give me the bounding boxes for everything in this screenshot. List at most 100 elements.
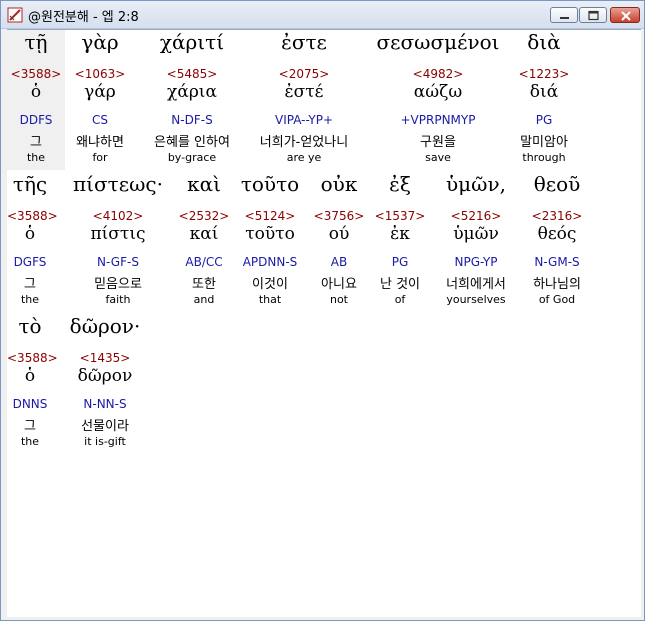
word-token[interactable]: ἐστε <2075> ἐστέ VIPA--YP+ 너희가-얻었나니 are … — [247, 30, 361, 170]
strong-number: <3588> — [10, 67, 62, 81]
parse-code: AB/CC — [185, 255, 223, 269]
strong-number: <1435> — [79, 351, 131, 365]
word-token[interactable]: τοῦτο <5124> τοῦτο APDNN-S 이것이 that — [237, 172, 303, 312]
parse-code: N-GF-S — [97, 255, 139, 269]
word-token[interactable]: ὑμῶν, <5216> ὑμῶν NPG-YP 너희에게서 yourselve… — [433, 172, 519, 312]
word-token[interactable]: τῇ <3588> ὁ DDFS 그 the — [7, 30, 65, 170]
english-gloss: through — [522, 151, 566, 164]
lemma: ἐστέ — [284, 82, 324, 102]
word-token[interactable]: πίστεως· <4102> πίστις N-GF-S 믿음으로 faith — [63, 172, 173, 312]
korean-gloss: 그 — [24, 419, 36, 434]
strong-number: <1063> — [74, 67, 126, 81]
word-token[interactable]: ἐξ <1537> ἐκ PG 난 것이 of — [371, 172, 429, 312]
greek-word: ὑμῶν, — [446, 172, 506, 196]
greek-word: ἐστε — [281, 30, 327, 54]
lemma: δῶρον — [77, 366, 133, 386]
english-gloss: the — [20, 435, 40, 448]
parse-code: +VPRPNMYP — [400, 113, 476, 127]
word-token[interactable]: οὐκ <3756> ού AB 아니요 not — [309, 172, 369, 312]
korean-gloss: 난 것이 — [379, 277, 420, 292]
lemma: πίστις — [90, 224, 146, 244]
english-gloss: are ye — [286, 151, 322, 164]
korean-gloss: 구원을 — [420, 135, 456, 150]
greek-word: πίστεως· — [73, 172, 163, 196]
korean-gloss: 하나님의 — [533, 277, 581, 292]
word-token[interactable]: σεσωσμένοι <4982> αώζω +VPRPNMYP 구원을 sav… — [367, 30, 509, 170]
word-token[interactable]: γὰρ <1063> γάρ CS 왜냐하면 for — [65, 30, 135, 170]
korean-gloss: 믿음으로 — [94, 277, 142, 292]
parse-code: DGFS — [13, 255, 47, 269]
strong-number: <2316> — [531, 209, 583, 223]
greek-word: τὸ — [18, 314, 42, 338]
word-token[interactable]: διὰ <1223> διά PG 말미암아 through — [509, 30, 579, 170]
lemma: καί — [189, 224, 219, 244]
lemma: ὁ — [24, 366, 36, 386]
greek-word: καὶ — [187, 172, 221, 196]
korean-gloss: 선물이라 — [81, 419, 129, 434]
korean-gloss: 은혜를 인하여 — [154, 135, 230, 150]
greek-word: τῆς — [12, 172, 48, 196]
word-token[interactable]: καὶ <2532> καί AB/CC 또한 and — [175, 172, 233, 312]
minimize-button[interactable] — [550, 7, 578, 23]
strong-number: <3588> — [7, 351, 58, 365]
lemma: θεός — [537, 224, 577, 244]
korean-gloss: 이것이 — [252, 277, 288, 292]
interlinear-panel[interactable]: τῇ <3588> ὁ DDFS 그 the γὰρ <1063> γάρ CS… — [7, 29, 641, 617]
greek-word: ἐξ — [389, 172, 411, 196]
parse-code: N-DF-S — [171, 113, 213, 127]
greek-word: τοῦτο — [240, 172, 300, 196]
korean-gloss: 아니요 — [321, 277, 357, 292]
greek-word: δῶρον· — [69, 314, 141, 338]
title-bar[interactable]: @원전분해 - 엡 2:8 — [1, 1, 644, 29]
word-token[interactable]: δῶρον· <1435> δῶρον N-NN-S 선물이라 it is-gi… — [63, 314, 147, 454]
close-button[interactable] — [610, 7, 640, 23]
english-gloss: faith — [105, 293, 131, 306]
app-icon — [7, 7, 23, 23]
parse-code: APDNN-S — [242, 255, 298, 269]
strong-number: <2075> — [278, 67, 330, 81]
maximize-button[interactable] — [579, 7, 607, 23]
english-gloss: of God — [538, 293, 576, 306]
parse-code: N-GM-S — [534, 255, 580, 269]
word-token[interactable]: τὸ <3588> ὁ DNNS 그 the — [7, 314, 58, 454]
strong-number: <4102> — [92, 209, 144, 223]
parse-code: VIPA--YP+ — [274, 113, 334, 127]
english-gloss: and — [193, 293, 215, 306]
parse-code: AB — [330, 255, 348, 269]
korean-gloss: 그 — [30, 135, 42, 150]
lemma: ὑμῶν — [453, 224, 499, 244]
english-gloss: that — [258, 293, 282, 306]
lemma: ού — [328, 224, 350, 244]
korean-gloss: 너희가-얻었나니 — [259, 135, 349, 150]
english-gloss: for — [92, 151, 108, 164]
greek-word: διὰ — [527, 30, 561, 54]
english-gloss: not — [329, 293, 348, 306]
korean-gloss: 또한 — [192, 277, 216, 292]
close-icon — [621, 11, 631, 21]
strong-number: <2532> — [178, 209, 230, 223]
parse-code: PG — [535, 113, 553, 127]
korean-gloss: 너희에게서 — [446, 277, 506, 292]
greek-word: τῇ — [24, 30, 48, 54]
parse-code: N-NN-S — [83, 397, 127, 411]
parse-code: DNNS — [12, 397, 48, 411]
korean-gloss: 그 — [24, 277, 36, 292]
word-token[interactable]: χάριτί <5485> χάρια N-DF-S 은혜를 인하여 by-gr… — [137, 30, 247, 170]
parse-code: NPG-YP — [454, 255, 498, 269]
greek-word: θεοῦ — [533, 172, 581, 196]
greek-word: γὰρ — [81, 30, 119, 54]
english-gloss: save — [425, 151, 451, 164]
parse-code: PG — [391, 255, 409, 269]
strong-number: <5216> — [450, 209, 502, 223]
app-window: @원전분해 - 엡 2:8 τῇ <3588> ὁ DDFS 그 the γὰρ… — [0, 0, 645, 621]
word-token[interactable]: θεοῦ <2316> θεός N-GM-S 하나님의 of God — [521, 172, 593, 312]
lemma: αώζω — [413, 82, 463, 102]
word-token[interactable]: τῆς <3588> ὁ DGFS 그 the — [7, 172, 58, 312]
english-gloss: by-grace — [167, 151, 217, 164]
window-title: @원전분해 - 엡 2:8 — [28, 10, 139, 25]
lemma: τοῦτο — [245, 224, 295, 244]
english-gloss: of — [394, 293, 406, 306]
strong-number: <3756> — [313, 209, 365, 223]
lemma: γάρ — [84, 82, 116, 102]
english-gloss: the — [26, 151, 46, 164]
